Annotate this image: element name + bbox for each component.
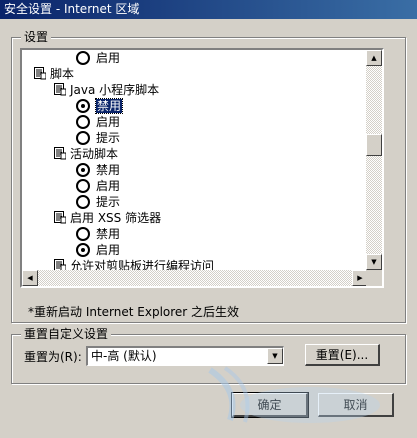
radio-checked-icon[interactable]: [76, 99, 90, 113]
scroll-corner: [366, 270, 382, 286]
radio-unchecked-icon[interactable]: [76, 195, 90, 209]
radio-option[interactable]: 启用: [76, 178, 120, 194]
radio-option[interactable]: 禁用: [76, 98, 124, 114]
radio-option[interactable]: 启用: [76, 242, 120, 258]
settings-page-icon: [54, 83, 67, 96]
settings-page-icon: [34, 67, 47, 80]
scroll-thumb[interactable]: [366, 134, 382, 156]
radio-checked-icon[interactable]: [76, 243, 90, 257]
settings-listbox[interactable]: 启用 脚本 Java 小程序脚本 禁用 启用 提示 活动脚本 禁用 启用 提示 启用 XSS 筛选器…: [20, 48, 384, 288]
tree-row-label: 禁用: [96, 227, 121, 241]
tree-subcategory[interactable]: 活动脚本: [54, 146, 118, 162]
tree-row-label: 提示: [96, 195, 121, 209]
tree-row-label: 启用: [96, 115, 121, 129]
reset-button[interactable]: 重置(E)...: [305, 344, 380, 366]
chevron-down-icon[interactable]: ▼: [267, 348, 283, 364]
tree-row-label: 禁用: [96, 163, 121, 177]
tree-subcategory[interactable]: 启用 XSS 筛选器: [54, 210, 161, 226]
tree-row-label: 禁用: [94, 98, 124, 114]
tree-row-label: 启用: [96, 243, 121, 257]
radio-checked-icon[interactable]: [76, 163, 90, 177]
tree-row-label: 启用 XSS 筛选器: [70, 211, 162, 225]
scroll-left-button[interactable]: ◀: [22, 270, 38, 286]
restart-note: *重新启动 Internet Explorer 之后生效: [28, 305, 240, 319]
radio-option[interactable]: 启用: [76, 114, 120, 130]
scroll-up-button[interactable]: ▲: [366, 50, 382, 66]
settings-tree[interactable]: 启用 脚本 Java 小程序脚本 禁用 启用 提示 活动脚本 禁用 启用 提示 启用 XSS 筛选器…: [22, 50, 368, 270]
radio-unchecked-icon[interactable]: [76, 227, 90, 241]
radio-option[interactable]: 提示: [76, 194, 120, 210]
radio-unchecked-icon[interactable]: [76, 179, 90, 193]
radio-option[interactable]: 启用: [76, 50, 120, 66]
tree-row-label: 脚本: [50, 67, 75, 81]
window-title: 安全设置 - Internet 区域: [4, 2, 140, 16]
reset-level-select[interactable]: 中-高 (默认) ▼: [86, 346, 284, 366]
radio-unchecked-icon[interactable]: [76, 131, 90, 145]
tree-row-label: 启用: [96, 179, 121, 193]
title-bar: 安全设置 - Internet 区域: [0, 0, 417, 19]
reset-level-value: 中-高 (默认): [91, 349, 157, 363]
reset-group-label: 重置自定义设置: [21, 327, 112, 341]
settings-page-icon: [54, 211, 67, 224]
tree-subcategory[interactable]: Java 小程序脚本: [54, 82, 159, 98]
tree-row-label: Java 小程序脚本: [70, 83, 160, 97]
tree-row-label: 允许对剪贴板进行编程访问: [70, 259, 215, 270]
tree-subcategory[interactable]: 允许对剪贴板进行编程访问: [54, 258, 214, 270]
tree-row-label: 提示: [96, 131, 121, 145]
tree-category[interactable]: 脚本: [34, 66, 74, 82]
cancel-button[interactable]: 取消: [318, 393, 394, 417]
tree-row-label: 启用: [96, 51, 121, 65]
radio-option[interactable]: 提示: [76, 130, 120, 146]
horizontal-scrollbar[interactable]: ◀ ▶: [22, 270, 368, 286]
settings-page-icon: [54, 147, 67, 160]
vertical-scrollbar[interactable]: ▲ ▼: [366, 50, 382, 270]
scroll-down-button[interactable]: ▼: [366, 254, 382, 270]
radio-unchecked-icon[interactable]: [76, 51, 90, 65]
reset-to-label: 重置为(R):: [24, 350, 82, 364]
tree-row-label: 活动脚本: [70, 147, 119, 161]
settings-group-label: 设置: [21, 30, 52, 44]
radio-option[interactable]: 禁用: [76, 162, 120, 178]
settings-page-icon: [54, 259, 67, 270]
radio-unchecked-icon[interactable]: [76, 115, 90, 129]
radio-option[interactable]: 禁用: [76, 226, 120, 242]
ok-button[interactable]: 确定: [231, 392, 309, 418]
